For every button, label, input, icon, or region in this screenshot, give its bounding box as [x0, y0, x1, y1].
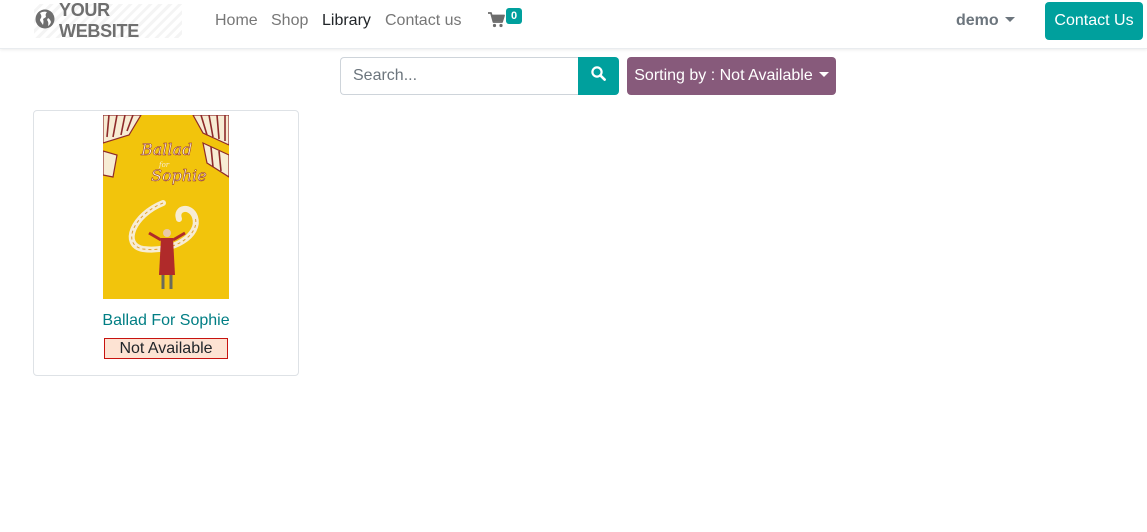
user-name: demo [956, 12, 999, 29]
search-icon [591, 66, 606, 86]
nav-contact-us[interactable]: Contact us [385, 12, 461, 30]
search-button[interactable] [578, 57, 619, 95]
book-cover-image[interactable]: Ballad for Sophie [103, 115, 229, 299]
sort-label: Sorting by : Not Available [634, 67, 813, 84]
book-title-link[interactable]: Ballad For Sophie [34, 312, 298, 330]
cover-title-line3: Sophie [151, 166, 207, 185]
caret-down-icon [818, 72, 829, 77]
search-input[interactable] [340, 57, 578, 95]
cover-title-line1: Ballad [140, 140, 192, 159]
sort-dropdown[interactable]: Sorting by : Not Available [627, 57, 836, 95]
cart-count-badge: 0 [506, 8, 522, 24]
book-card[interactable]: Ballad for Sophie Ballad For Sophie Not … [33, 110, 299, 376]
nav-shop[interactable]: Shop [271, 12, 308, 30]
top-navbar: YOUR WEBSITE Home Shop Library Contact u… [0, 0, 1147, 49]
nav-library[interactable]: Library [322, 12, 371, 30]
globe-icon [34, 8, 56, 35]
shopping-cart-icon[interactable] [488, 12, 505, 33]
user-menu[interactable]: demo [956, 12, 1015, 30]
logo-text: YOUR WEBSITE [59, 0, 139, 41]
caret-down-icon [1004, 16, 1015, 22]
contact-us-button[interactable]: Contact Us [1045, 2, 1143, 40]
availability-status-badge: Not Available [104, 338, 228, 359]
nav-home[interactable]: Home [215, 12, 258, 30]
site-logo[interactable]: YOUR WEBSITE [34, 0, 182, 41]
